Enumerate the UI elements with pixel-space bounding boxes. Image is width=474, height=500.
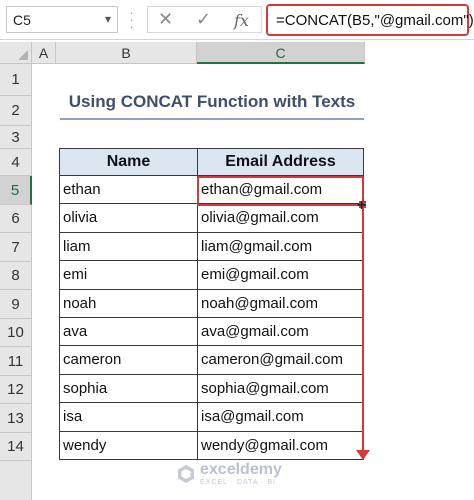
table-row: sophia sophia@gmail.com — [60, 374, 364, 404]
arrow-down-icon — [356, 450, 370, 460]
name-box[interactable]: C5 ▾ — [6, 6, 118, 33]
name-cell[interactable]: ava — [60, 317, 198, 347]
formula-input[interactable]: =CONCAT(B5,"@gmail.com") — [266, 4, 474, 36]
name-cell[interactable]: cameron — [60, 346, 198, 375]
watermark-tagline: EXCEL · DATA · BI — [200, 479, 276, 486]
table-row: liam liam@gmail.com — [60, 232, 364, 262]
fill-drag-arrow-line — [362, 208, 364, 452]
email-cell[interactable]: olivia@gmail.com — [198, 204, 364, 233]
insert-function-icon[interactable]: fx — [234, 11, 249, 30]
row-header-10[interactable]: 10 — [0, 319, 32, 347]
name-cell[interactable]: noah — [60, 289, 198, 318]
active-cell-highlight — [197, 176, 364, 206]
select-all-triangle-icon — [18, 50, 28, 60]
email-cell[interactable]: emi@gmail.com — [198, 261, 364, 290]
table-row: emi emi@gmail.com — [60, 261, 364, 290]
email-cell[interactable]: ava@gmail.com — [198, 317, 364, 347]
chevron-down-icon[interactable]: ▾ — [105, 12, 111, 26]
watermark: exceldemy EXCEL · DATA · BI — [176, 460, 306, 490]
column-header-b[interactable]: B — [56, 42, 197, 64]
name-cell[interactable]: liam — [60, 232, 198, 262]
name-cell[interactable]: ethan — [60, 176, 198, 205]
email-cell[interactable]: cameron@gmail.com — [198, 346, 364, 375]
exceldemy-logo-icon — [178, 465, 194, 483]
table-row: cameron cameron@gmail.com — [60, 346, 364, 375]
table-row: isa isa@gmail.com — [60, 403, 364, 432]
table-header-row: Name Email Address — [60, 149, 364, 176]
table-row: noah noah@gmail.com — [60, 289, 364, 318]
name-cell[interactable]: isa — [60, 403, 198, 432]
row-header-3[interactable]: 3 — [0, 126, 32, 149]
cancel-icon[interactable]: ✕ — [158, 9, 173, 30]
email-cell[interactable]: liam@gmail.com — [198, 232, 364, 262]
title-underline — [60, 118, 364, 120]
name-box-value: C5 — [13, 12, 31, 28]
more-options-icon[interactable]: · · · — [128, 6, 134, 33]
email-cell[interactable]: noah@gmail.com — [198, 289, 364, 318]
row-header-12[interactable]: 12 — [0, 376, 32, 404]
row-header-11[interactable]: 11 — [0, 347, 32, 376]
watermark-name: exceldemy — [200, 461, 282, 478]
sheet-title[interactable]: Using CONCAT Function with Texts — [60, 92, 364, 112]
formula-bar: C5 ▾ · · · ✕ ✓ fx =CONCAT(B5,"@gmail.com") — [0, 0, 474, 40]
select-all-corner[interactable] — [0, 42, 32, 64]
row-header-1[interactable]: 1 — [0, 64, 32, 96]
row-header-2[interactable]: 2 — [0, 96, 32, 126]
table-row: wendy wendy@gmail.com — [60, 431, 364, 460]
row-header-13[interactable]: 13 — [0, 404, 32, 433]
header-email[interactable]: Email Address — [198, 149, 364, 176]
name-cell[interactable]: sophia — [60, 374, 198, 404]
email-cell[interactable]: wendy@gmail.com — [198, 431, 364, 460]
row-header-6[interactable]: 6 — [0, 205, 32, 233]
header-name[interactable]: Name — [60, 149, 198, 176]
name-cell[interactable]: emi — [60, 261, 198, 290]
row-header-blank — [0, 461, 32, 500]
column-header-a[interactable]: A — [32, 42, 56, 64]
row-header-14[interactable]: 14 — [0, 433, 32, 461]
row-header-9[interactable]: 9 — [0, 290, 32, 319]
name-cell[interactable]: wendy — [60, 431, 198, 460]
row-header-8[interactable]: 8 — [0, 262, 32, 290]
email-cell[interactable]: isa@gmail.com — [198, 403, 364, 432]
enter-icon[interactable]: ✓ — [196, 9, 211, 30]
row-header-5[interactable]: 5 — [0, 176, 32, 205]
table-row: olivia olivia@gmail.com — [60, 204, 364, 233]
column-header-c[interactable]: C — [197, 42, 365, 64]
row-header-4[interactable]: 4 — [0, 149, 32, 176]
formula-text: =CONCAT(B5,"@gmail.com") — [276, 12, 474, 29]
formula-buttons: ✕ ✓ fx — [147, 6, 262, 33]
table-row: ava ava@gmail.com — [60, 317, 364, 347]
email-cell[interactable]: sophia@gmail.com — [198, 374, 364, 404]
name-cell[interactable]: olivia — [60, 204, 198, 233]
row-header-7[interactable]: 7 — [0, 233, 32, 262]
